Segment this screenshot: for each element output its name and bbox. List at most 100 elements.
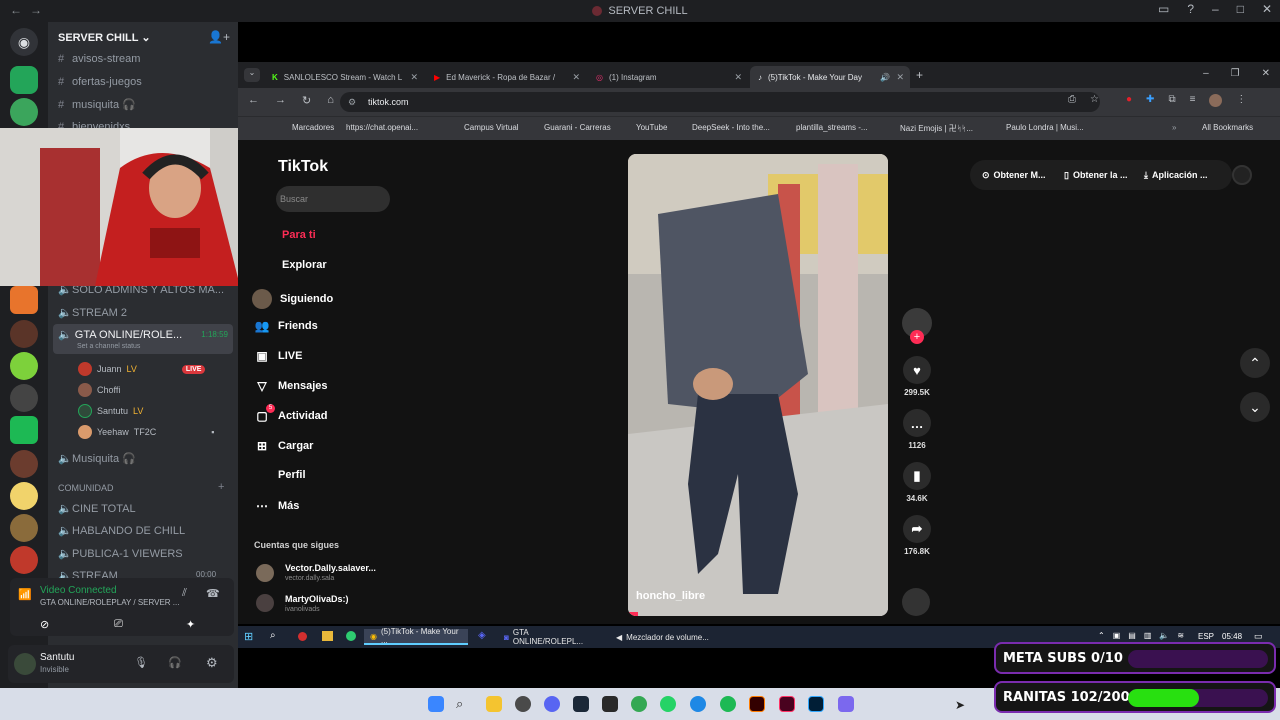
server-icon[interactable] — [10, 286, 38, 314]
like-button[interactable]: ♥ 299.5K — [902, 356, 932, 397]
comment-button[interactable]: … 1126 — [902, 409, 932, 450]
tray-icon[interactable]: ▣ — [1113, 631, 1121, 640]
video-username[interactable]: honcho_libre — [636, 590, 705, 602]
nav-more[interactable]: ⋯ Más — [254, 499, 299, 513]
reload-button[interactable]: ↻ — [302, 94, 311, 107]
tab-search-button[interactable]: ⌄ — [244, 68, 260, 82]
add-channel-icon[interactable]: + — [218, 481, 224, 493]
voice-channel-path[interactable]: GTA ONLINE/ROLEPLAY / SERVER ... — [40, 598, 179, 607]
search-icon[interactable]: ⌕ — [270, 630, 276, 641]
tab-youtube[interactable]: ▶ Ed Maverick - Ropa de Bazar / ✕ — [426, 66, 586, 88]
server-icon[interactable] — [10, 98, 38, 126]
noise-suppression-icon[interactable]: ⫽ — [182, 587, 187, 600]
voice-user[interactable]: Choffi — [78, 383, 120, 397]
more-bookmarks-icon[interactable]: » — [1172, 123, 1176, 132]
server-icon[interactable] — [10, 514, 38, 542]
bookmark-item[interactable]: https://chat.openai... — [346, 123, 418, 132]
nav-upload[interactable]: ⊞ Cargar — [254, 439, 314, 453]
volume-icon[interactable]: 🔈 — [1159, 631, 1169, 640]
server-icon[interactable] — [10, 352, 38, 380]
start-windows-icon[interactable]: ⊞ — [244, 630, 253, 643]
voice-user[interactable]: Yeehaw TF2C ▪ — [78, 425, 214, 439]
app-icon[interactable]: ◈ — [478, 630, 486, 641]
profile-avatar[interactable] — [1232, 165, 1252, 185]
audio-icon[interactable]: 🔊 — [880, 73, 890, 82]
camera-off-icon[interactable]: ⊘ — [40, 618, 49, 631]
next-video-button[interactable]: ⌄ — [1240, 392, 1270, 422]
app-icon[interactable] — [838, 696, 854, 712]
close-button[interactable]: ✕ — [1262, 68, 1270, 79]
photoshop-icon[interactable] — [808, 696, 824, 712]
tray-chevron-icon[interactable]: ⌃ — [1098, 631, 1105, 640]
bookmark-item[interactable]: Paulo Londra | Musi... — [1006, 123, 1084, 132]
nav-friends[interactable]: 👥 Friends — [254, 319, 318, 333]
search-icon[interactable]: ⌕ — [456, 696, 472, 712]
get-app-button[interactable]: ▯ Obtener la ... — [1064, 163, 1127, 187]
voice-channel-hablando[interactable]: 🔈HABLANDO DE CHILL — [58, 524, 228, 537]
discord-home-icon[interactable]: ◉ — [10, 28, 38, 56]
bookmark-item[interactable]: Marcadores — [292, 123, 334, 132]
extensions-puzzle-icon[interactable]: ⧉ — [1168, 94, 1175, 107]
bookmark-item[interactable]: DeepSeek - Into the... — [692, 123, 770, 132]
share-button[interactable]: ➦ 176.8K — [902, 515, 932, 556]
start-windows-icon[interactable] — [428, 696, 444, 712]
media-icon[interactable]: ≡ — [1190, 94, 1196, 107]
previous-video-button[interactable]: ⌃ — [1240, 348, 1270, 378]
nav-explore[interactable]: Explorar — [282, 259, 327, 271]
spotify-icon[interactable] — [720, 696, 736, 712]
nav-messages[interactable]: ▽ Mensajes — [254, 379, 327, 393]
indesign-icon[interactable] — [779, 696, 795, 712]
file-explorer-icon[interactable] — [322, 631, 333, 641]
tab-instagram[interactable]: ◎ (1) Instagram ✕ — [588, 66, 748, 88]
install-icon[interactable]: ⎙ — [1068, 94, 1076, 105]
nav-live[interactable]: ▣ LIVE — [254, 349, 302, 363]
restore-button[interactable]: ❐ — [1231, 68, 1240, 79]
bookmark-star-icon[interactable]: ☆ — [1090, 94, 1099, 105]
back-button[interactable]: ← — [248, 94, 259, 107]
voice-channel-cine[interactable]: 🔈CINE TOTAL — [58, 502, 228, 515]
home-icon[interactable]: ⌂ — [327, 94, 334, 107]
voice-channel-publica[interactable]: 🔈PUBLICA-1 VIEWERS — [58, 547, 228, 560]
server-icon[interactable] — [10, 482, 38, 510]
inbox-icon[interactable]: ▭ — [1158, 2, 1169, 16]
server-icon[interactable] — [10, 66, 38, 94]
close-tab-icon[interactable]: ✕ — [896, 72, 904, 83]
epic-games-icon[interactable] — [602, 696, 618, 712]
invite-icon[interactable]: 👤+ — [208, 30, 230, 44]
site-info-icon[interactable]: ⚙ — [348, 92, 356, 112]
disconnect-icon[interactable]: ☎ — [206, 587, 220, 600]
video-player[interactable]: honcho_libre — [628, 154, 888, 616]
follow-plus-icon[interactable]: + — [910, 330, 924, 344]
bookmark-item[interactable]: Nazi Emojis | 卍ᛋᛋ... — [900, 123, 973, 134]
opera-extension-icon[interactable]: ● — [1126, 94, 1132, 107]
bookmark-item[interactable]: Guarani - Carreras — [544, 123, 611, 132]
taskbar-app-mixer[interactable]: ◀ Mezclador de volume... — [610, 629, 718, 645]
app-icon[interactable] — [346, 631, 356, 641]
following-account-name[interactable]: MartyOlivaDs:) — [285, 594, 349, 604]
close-tab-icon[interactable]: ✕ — [734, 72, 742, 83]
new-tab-button[interactable]: + — [916, 68, 923, 82]
channel-avisos[interactable]: # avisos-stream — [58, 53, 228, 65]
all-bookmarks[interactable]: All Bookmarks — [1202, 123, 1253, 132]
file-explorer-icon[interactable] — [486, 696, 502, 712]
channel-musiquita[interactable]: # musiquita 🎧 — [58, 98, 228, 111]
server-icon[interactable] — [10, 450, 38, 478]
tab-tiktok[interactable]: ♪ (5)TikTok - Make Your Day 🔊 ✕ — [750, 66, 910, 88]
tray-icon[interactable]: ▥ — [1144, 631, 1152, 640]
wifi-icon[interactable]: ≋ — [1177, 631, 1184, 640]
language-indicator[interactable]: ESP — [1198, 632, 1214, 641]
server-name[interactable]: SERVER CHILL ⌄ — [58, 31, 151, 44]
voice-channel-stream2[interactable]: 🔈STREAM 2 — [58, 306, 228, 319]
app-icon[interactable] — [298, 632, 307, 641]
close-tab-icon[interactable]: ✕ — [572, 72, 580, 83]
notification-icon[interactable]: ▭ — [1254, 631, 1263, 642]
desktop-app-button[interactable]: ⤓ Aplicación ... — [1144, 163, 1208, 187]
server-icon[interactable] — [10, 320, 38, 348]
avatar[interactable] — [14, 653, 36, 675]
server-icon[interactable] — [10, 384, 38, 412]
screen-share-icon[interactable]: ⎚ — [114, 618, 123, 631]
activities-icon[interactable]: ✦ — [186, 618, 195, 631]
signal-icon[interactable]: 📶 — [18, 588, 32, 601]
illustrator-icon[interactable] — [749, 696, 765, 712]
menu-kebab-icon[interactable]: ⋮ — [1236, 94, 1246, 107]
